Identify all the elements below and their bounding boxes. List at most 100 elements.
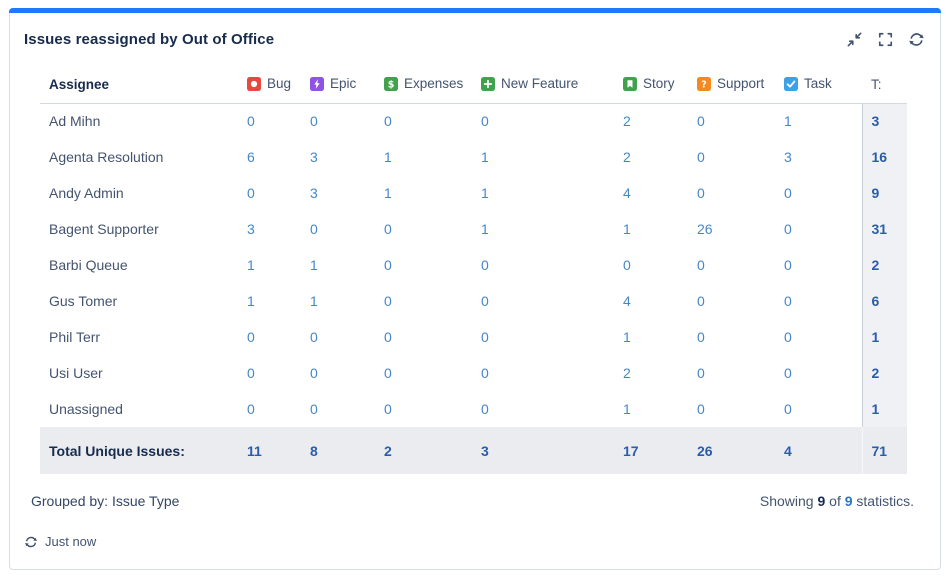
issue-count-link[interactable]: 0 xyxy=(310,113,318,129)
minimize-button[interactable] xyxy=(844,30,864,50)
row-total-link[interactable]: 3 xyxy=(872,113,880,129)
issue-count-link[interactable]: 0 xyxy=(623,257,631,273)
issue-count-link[interactable]: 26 xyxy=(697,443,713,459)
issue-count-link[interactable]: 2 xyxy=(384,443,392,459)
issue-count-link[interactable]: 0 xyxy=(697,365,705,381)
issue-count-link[interactable]: 0 xyxy=(247,185,255,201)
issue-count-link[interactable]: 6 xyxy=(247,149,255,165)
count-cell: 0 xyxy=(481,391,623,427)
issue-count-link[interactable]: 0 xyxy=(384,221,392,237)
issue-count-link[interactable]: 0 xyxy=(481,401,489,417)
issue-count-link[interactable]: 0 xyxy=(481,257,489,273)
issue-count-link[interactable]: 1 xyxy=(481,149,489,165)
issue-count-link[interactable]: 0 xyxy=(784,257,792,273)
issue-count-link[interactable]: 0 xyxy=(384,257,392,273)
issue-count-link[interactable]: 3 xyxy=(784,149,792,165)
gadget-card: Issues reassigned by Out of Office xyxy=(9,8,941,570)
grand-total-link[interactable]: 71 xyxy=(872,443,888,459)
issue-count-link[interactable]: 0 xyxy=(247,329,255,345)
last-refresh-label: Just now xyxy=(45,534,96,549)
count-cell: 0 xyxy=(384,103,481,139)
issue-count-link[interactable]: 0 xyxy=(784,293,792,309)
issue-count-link[interactable]: 1 xyxy=(623,221,631,237)
issue-count-link[interactable]: 3 xyxy=(247,221,255,237)
issue-count-link[interactable]: 1 xyxy=(384,149,392,165)
count-cell: 0 xyxy=(784,175,862,211)
issue-count-link[interactable]: 0 xyxy=(481,365,489,381)
issue-count-link[interactable]: 4 xyxy=(623,293,631,309)
table-row: Barbi Queue11000002 xyxy=(40,247,907,283)
row-total-link[interactable]: 1 xyxy=(872,401,880,417)
issue-count-link[interactable]: 0 xyxy=(697,185,705,201)
issue-count-link[interactable]: 0 xyxy=(384,329,392,345)
issue-count-link[interactable]: 0 xyxy=(784,329,792,345)
issue-count-link[interactable]: 0 xyxy=(697,257,705,273)
issue-count-link[interactable]: 0 xyxy=(784,365,792,381)
table-row: Unassigned00001001 xyxy=(40,391,907,427)
issue-count-link[interactable]: 0 xyxy=(247,401,255,417)
issue-count-link[interactable]: 0 xyxy=(310,221,318,237)
issue-count-link[interactable]: 2 xyxy=(623,113,631,129)
issue-count-link[interactable]: 17 xyxy=(623,443,639,459)
row-total-link[interactable]: 1 xyxy=(872,329,880,345)
column-header-task: Task xyxy=(784,76,862,103)
fullscreen-button[interactable] xyxy=(875,30,895,50)
count-cell: 0 xyxy=(481,247,623,283)
issue-count-link[interactable]: 0 xyxy=(697,401,705,417)
showing-total-link[interactable]: 9 xyxy=(845,493,853,509)
issue-count-link[interactable]: 1 xyxy=(310,257,318,273)
issue-count-link[interactable]: 1 xyxy=(310,293,318,309)
issue-count-link[interactable]: 0 xyxy=(481,293,489,309)
issue-count-link[interactable]: 1 xyxy=(247,257,255,273)
row-total-link[interactable]: 2 xyxy=(872,257,880,273)
issue-count-link[interactable]: 3 xyxy=(310,185,318,201)
issue-count-link[interactable]: 0 xyxy=(384,365,392,381)
issue-count-link[interactable]: 0 xyxy=(310,401,318,417)
row-total-link[interactable]: 6 xyxy=(872,293,880,309)
issue-count-link[interactable]: 26 xyxy=(697,221,713,237)
issue-count-link[interactable]: 0 xyxy=(784,401,792,417)
issue-count-link[interactable]: 8 xyxy=(310,443,318,459)
row-total-link[interactable]: 9 xyxy=(872,185,880,201)
issue-count-link[interactable]: 0 xyxy=(384,401,392,417)
refresh-status-icon[interactable] xyxy=(24,535,38,549)
issue-count-link[interactable]: 0 xyxy=(784,185,792,201)
issue-count-link[interactable]: 0 xyxy=(310,329,318,345)
issue-count-link[interactable]: 11 xyxy=(247,443,262,459)
issue-count-link[interactable]: 4 xyxy=(623,185,631,201)
count-cell: 0 xyxy=(784,247,862,283)
issue-count-link[interactable]: 0 xyxy=(697,329,705,345)
issue-count-link[interactable]: 0 xyxy=(697,293,705,309)
issue-count-link[interactable]: 1 xyxy=(481,221,489,237)
table-row: Gus Tomer11004006 xyxy=(40,283,907,319)
row-total-link[interactable]: 2 xyxy=(872,365,880,381)
issue-count-link[interactable]: 3 xyxy=(310,149,318,165)
issue-count-link[interactable]: 1 xyxy=(623,401,631,417)
issue-count-link[interactable]: 1 xyxy=(247,293,255,309)
issue-count-link[interactable]: 0 xyxy=(697,113,705,129)
row-total-link[interactable]: 31 xyxy=(872,221,888,237)
issue-count-link[interactable]: 3 xyxy=(481,443,489,459)
issue-count-link[interactable]: 4 xyxy=(784,443,792,459)
issue-count-link[interactable]: 0 xyxy=(481,113,489,129)
issue-count-link[interactable]: 0 xyxy=(384,113,392,129)
issue-count-link[interactable]: 0 xyxy=(697,149,705,165)
issue-count-link[interactable]: 1 xyxy=(384,185,392,201)
issue-count-link[interactable]: 0 xyxy=(247,113,255,129)
issue-count-link[interactable]: 0 xyxy=(784,221,792,237)
issue-count-link[interactable]: 2 xyxy=(623,365,631,381)
issue-count-link[interactable]: 0 xyxy=(310,365,318,381)
issue-count-link[interactable]: 1 xyxy=(784,113,792,129)
issue-count-link[interactable]: 2 xyxy=(623,149,631,165)
refresh-button[interactable] xyxy=(906,30,926,50)
count-cell: 26 xyxy=(697,427,784,474)
count-cell: 0 xyxy=(310,211,384,247)
issue-count-link[interactable]: 1 xyxy=(481,185,489,201)
issue-count-link[interactable]: 0 xyxy=(247,365,255,381)
issue-count-link[interactable]: 0 xyxy=(481,329,489,345)
gadget-title: Issues reassigned by Out of Office xyxy=(24,31,274,48)
table-header-row: Assignee BugEpic$ExpensesNew FeatureStor… xyxy=(40,76,907,103)
issue-count-link[interactable]: 0 xyxy=(384,293,392,309)
issue-count-link[interactable]: 1 xyxy=(623,329,631,345)
row-total-link[interactable]: 16 xyxy=(872,149,888,165)
